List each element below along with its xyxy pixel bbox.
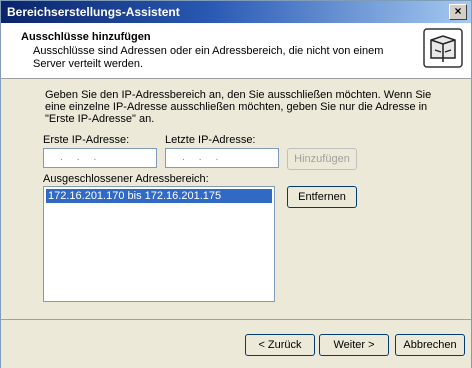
wizard-content: Geben Sie den IP-Adressbereich an, den S… [1,79,471,319]
wizard-footer: < Zurück Weiter > Abbrechen [1,319,471,368]
last-ip-input[interactable]: ... [165,148,279,168]
intro-text: Geben Sie den IP-Adressbereich an, den S… [45,89,432,125]
list-item[interactable]: 172.16.201.170 bis 172.16.201.175 [46,189,272,203]
wizard-window: Bereichserstellungs-Assistent × Ausschlü… [0,0,472,368]
add-button[interactable]: Hinzufügen [287,148,357,170]
first-ip-input[interactable]: ... [43,148,157,168]
excluded-range-label: Ausgeschlossener Adressbereich: [43,173,209,185]
back-button[interactable]: < Zurück [245,334,315,356]
window-title: Bereichserstellungs-Assistent [7,5,180,19]
cancel-button[interactable]: Abbrechen [395,334,465,356]
header-title: Ausschlüsse hinzufügen [21,31,151,43]
close-icon[interactable]: × [449,4,467,20]
remove-button[interactable]: Entfernen [287,186,357,208]
wizard-folder-icon [423,28,463,68]
header-subtitle: Ausschlüsse sind Adressen oder ein Adres… [33,45,384,70]
wizard-header: Ausschlüsse hinzufügen Ausschlüsse sind … [1,23,471,79]
last-ip-label: Letzte IP-Adresse: [165,134,256,146]
next-button[interactable]: Weiter > [319,334,389,356]
first-ip-label: Erste IP-Adresse: [43,134,130,146]
title-bar: Bereichserstellungs-Assistent × [1,1,471,23]
excluded-range-list[interactable]: 172.16.201.170 bis 172.16.201.175 [43,186,275,302]
